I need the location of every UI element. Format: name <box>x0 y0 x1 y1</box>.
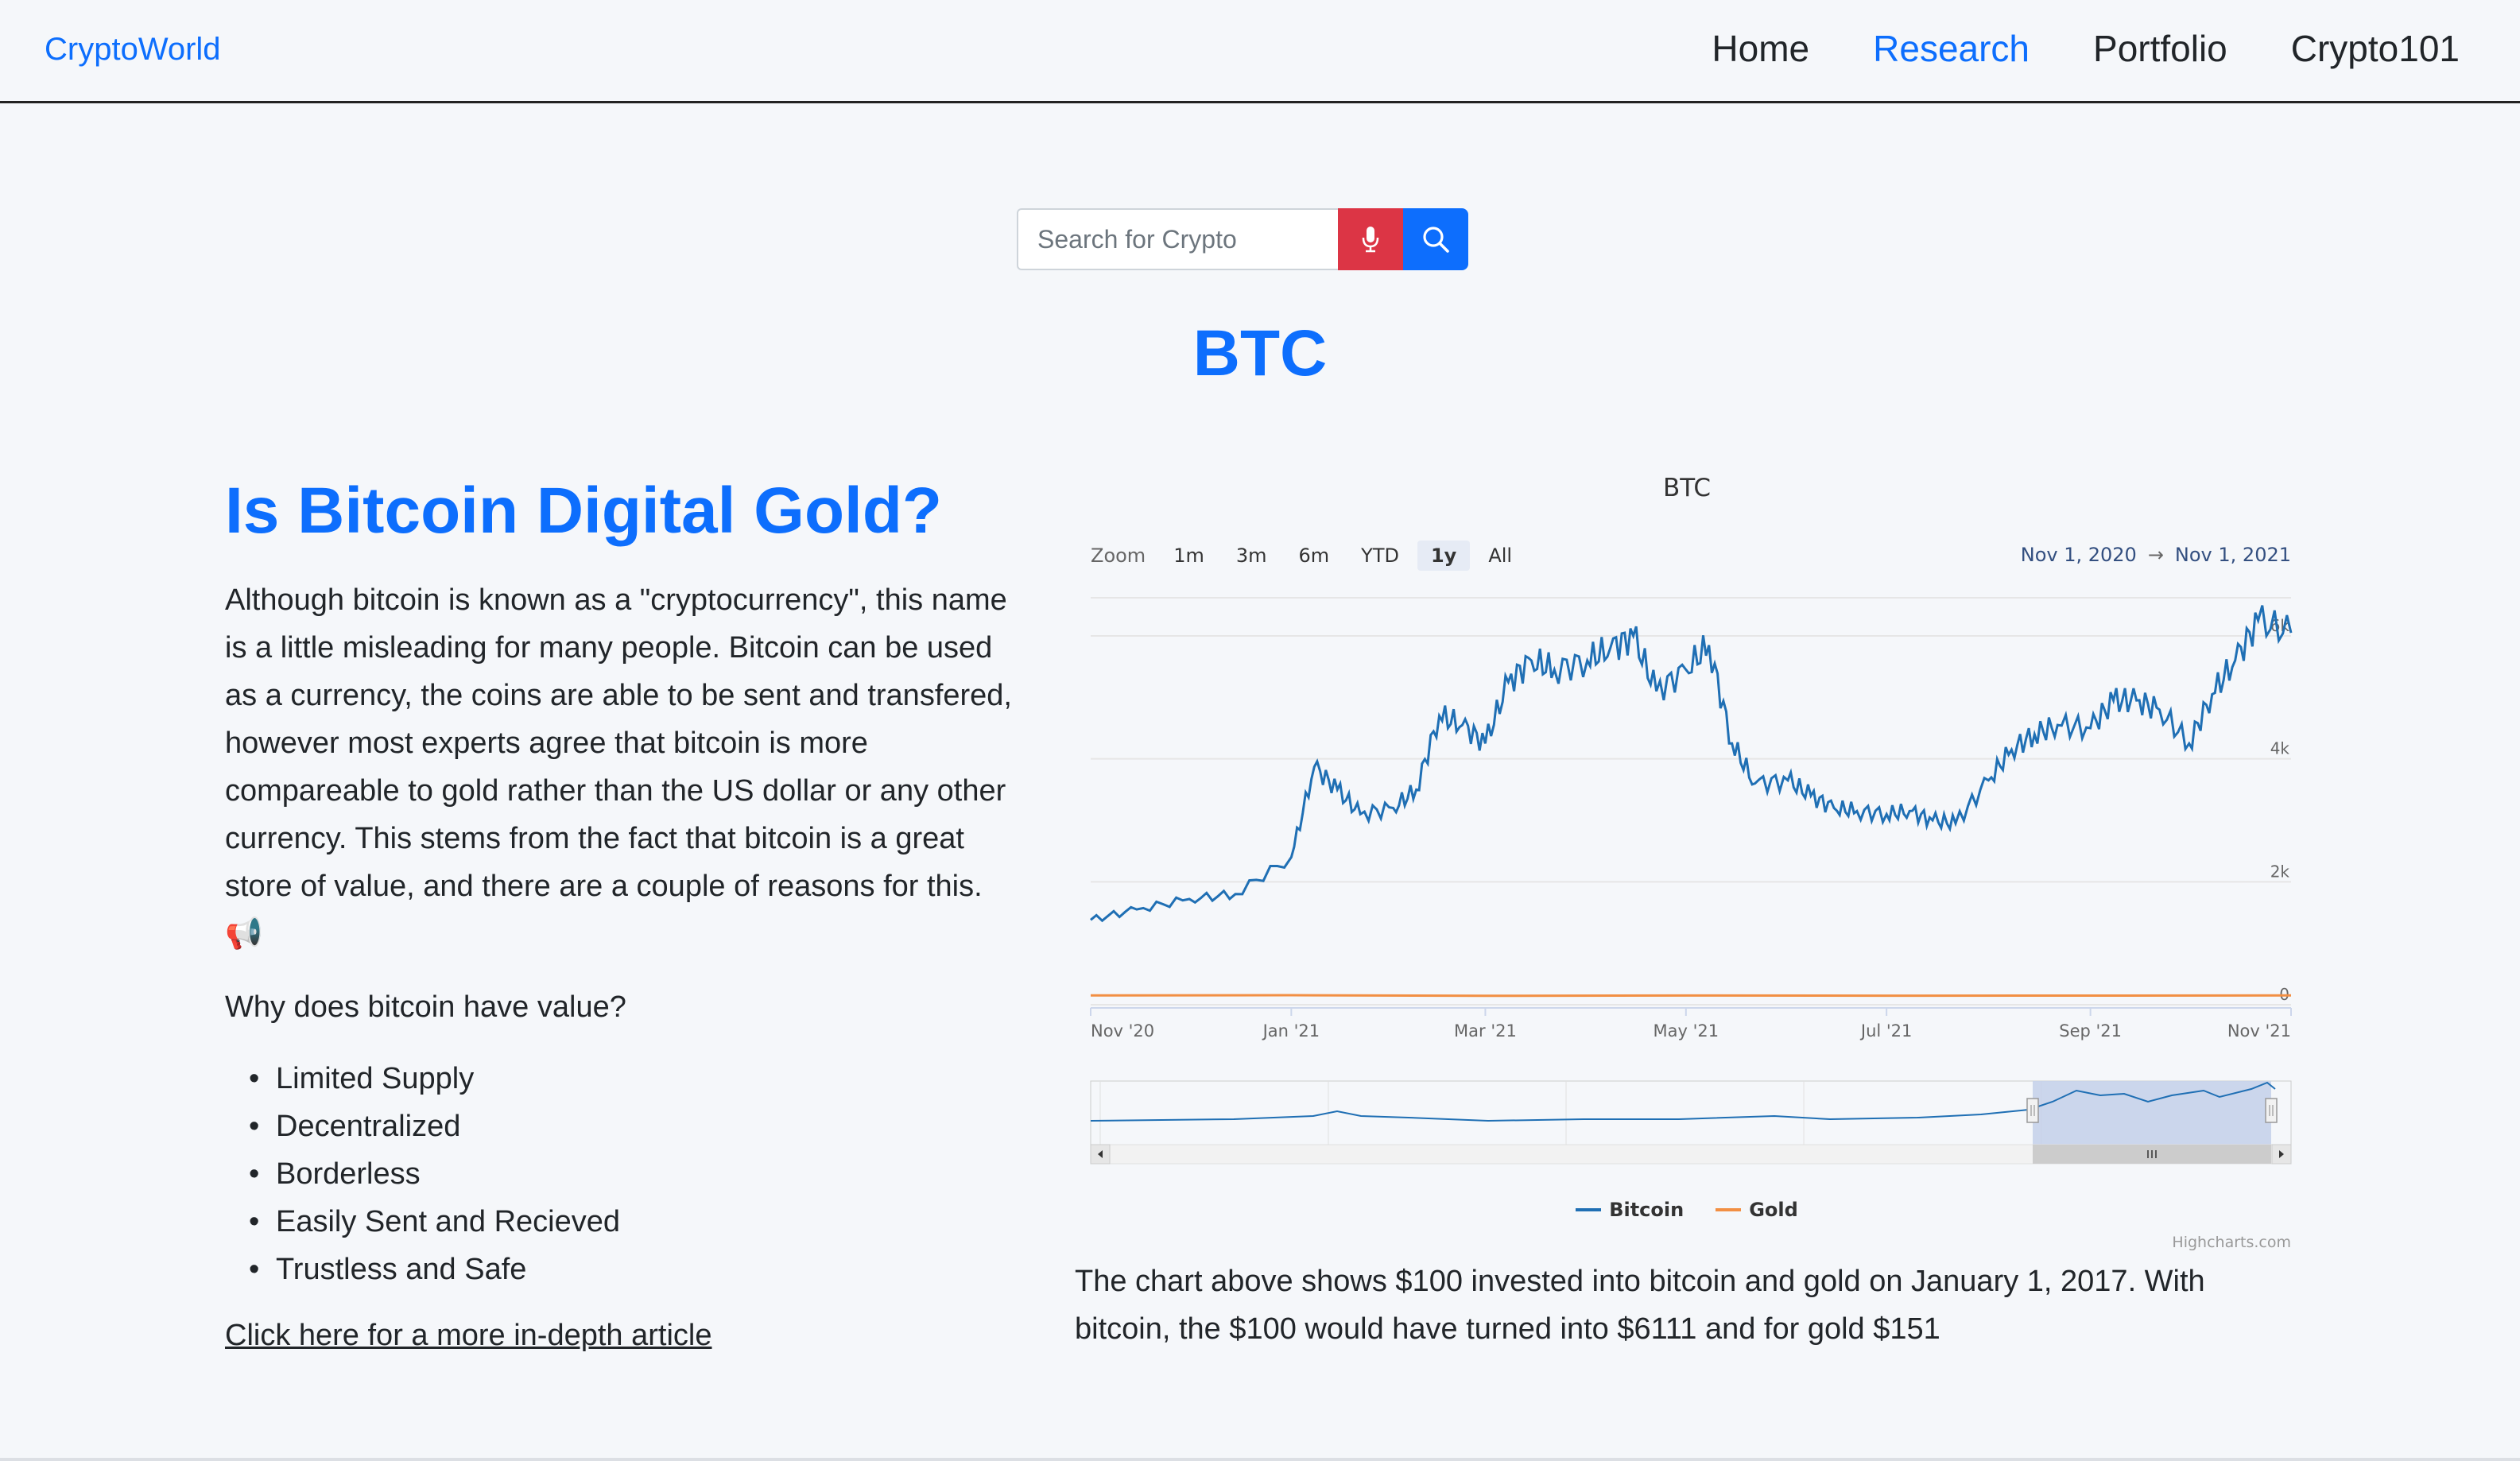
range-to-input[interactable]: Nov 1, 2021 <box>2175 544 2291 566</box>
zoom-6m-button[interactable]: 6m <box>1285 541 1343 571</box>
microphone-icon <box>1362 227 1379 253</box>
list-item: Easily Sent and Recieved <box>249 1198 1028 1246</box>
bitcoin-series-line <box>1090 605 2293 923</box>
list-item: Limited Supply <box>249 1055 1028 1103</box>
chart-legend: Bitcoin Gold <box>1075 1199 2299 1221</box>
zoom-selector: Zoom 1m 3m 6m YTD 1y All <box>1091 541 1530 571</box>
navigator-handle <box>2026 1098 2039 1123</box>
x-tick-label: Nov '20 <box>1091 1021 1154 1041</box>
search-input[interactable] <box>1017 208 1338 270</box>
nav-links: Home Research Portfolio Crypto101 <box>1712 27 2460 70</box>
list-item: Borderless <box>249 1150 1028 1198</box>
x-tick-label: May '21 <box>1653 1021 1719 1041</box>
zoom-ytd-button[interactable]: YTD <box>1347 541 1413 571</box>
date-range: Nov 1, 2020 → Nov 1, 2021 <box>2021 544 2291 566</box>
x-tick-label: Nov '21 <box>2227 1021 2291 1041</box>
y-tick-label: 4k <box>2270 739 2290 758</box>
magnifier-icon <box>1423 227 1449 253</box>
zoom-3m-button[interactable]: 3m <box>1223 541 1281 571</box>
voice-search-button[interactable] <box>1338 208 1403 270</box>
chart-credits[interactable]: Highcharts.com <box>2172 1234 2291 1251</box>
chart-title: BTC <box>1662 474 1712 502</box>
search-button[interactable] <box>1403 208 1468 270</box>
legend-label: Bitcoin <box>1609 1199 1685 1221</box>
legend-gold[interactable]: Gold <box>1716 1199 1798 1221</box>
range-separator: → <box>2147 544 2164 566</box>
in-depth-article-link[interactable]: Click here for a more in-depth article <box>225 1319 711 1352</box>
navbar: CryptoWorld Home Research Portfolio Cryp… <box>0 0 2520 103</box>
x-tick-label: Jan '21 <box>1262 1021 1320 1041</box>
zoom-1y-button[interactable]: 1y <box>1417 541 1471 571</box>
zoom-all-button[interactable]: All <box>1475 541 1526 571</box>
article-title: Is Bitcoin Digital Gold? <box>225 475 942 547</box>
navigator-selection <box>2033 1081 2271 1145</box>
y-tick-label: 2k <box>2270 862 2290 881</box>
legend-bitcoin[interactable]: Bitcoin <box>1576 1199 1684 1221</box>
footer-divider <box>0 1458 2520 1461</box>
nav-portfolio[interactable]: Portfolio <box>2093 27 2227 70</box>
list-item: Trustless and Safe <box>249 1246 1028 1293</box>
navigator-handle <box>2265 1098 2278 1123</box>
range-from-input[interactable]: Nov 1, 2020 <box>2021 544 2137 566</box>
btc-chart: 0 2k 4k 6k Nov '20 Jan '21 Mar '21 May '21 Jul '… <box>1075 455 2299 1258</box>
article-intro: Although bitcoin is known as a "cryptocu… <box>225 583 1012 951</box>
zoom-1m-button[interactable]: 1m <box>1160 541 1218 571</box>
legend-swatch <box>1576 1208 1602 1211</box>
reason-list: Limited Supply Decentralized Borderless … <box>249 1055 1028 1293</box>
x-tick-label: Jul '21 <box>1859 1021 1913 1041</box>
x-tick-label: Mar '21 <box>1454 1021 1517 1041</box>
search-group <box>1017 208 1468 270</box>
chart-caption: The chart above shows $100 invested into… <box>1075 1265 2205 1346</box>
brand-link[interactable]: CryptoWorld <box>45 32 221 68</box>
crypto-symbol: BTC <box>1192 317 1328 389</box>
nav-home[interactable]: Home <box>1712 27 1809 70</box>
zoom-label: Zoom <box>1091 544 1146 567</box>
legend-swatch <box>1716 1208 1742 1211</box>
nav-crypto101[interactable]: Crypto101 <box>2291 27 2460 70</box>
list-item: Decentralized <box>249 1103 1028 1150</box>
gold-series-line <box>1090 994 2292 998</box>
article: Is Bitcoin Digital Gold? Although bitcoi… <box>225 469 1028 1353</box>
nav-research[interactable]: Research <box>1873 27 2030 70</box>
x-tick-label: Sep '21 <box>2059 1021 2122 1041</box>
article-question: Why does bitcoin have value? <box>225 990 626 1024</box>
chart-canvas: 02k4k6kNov '20 Jan '21 Mar '21 May '21 Jul '… <box>1090 597 2293 1165</box>
legend-label: Gold <box>1749 1199 1798 1221</box>
